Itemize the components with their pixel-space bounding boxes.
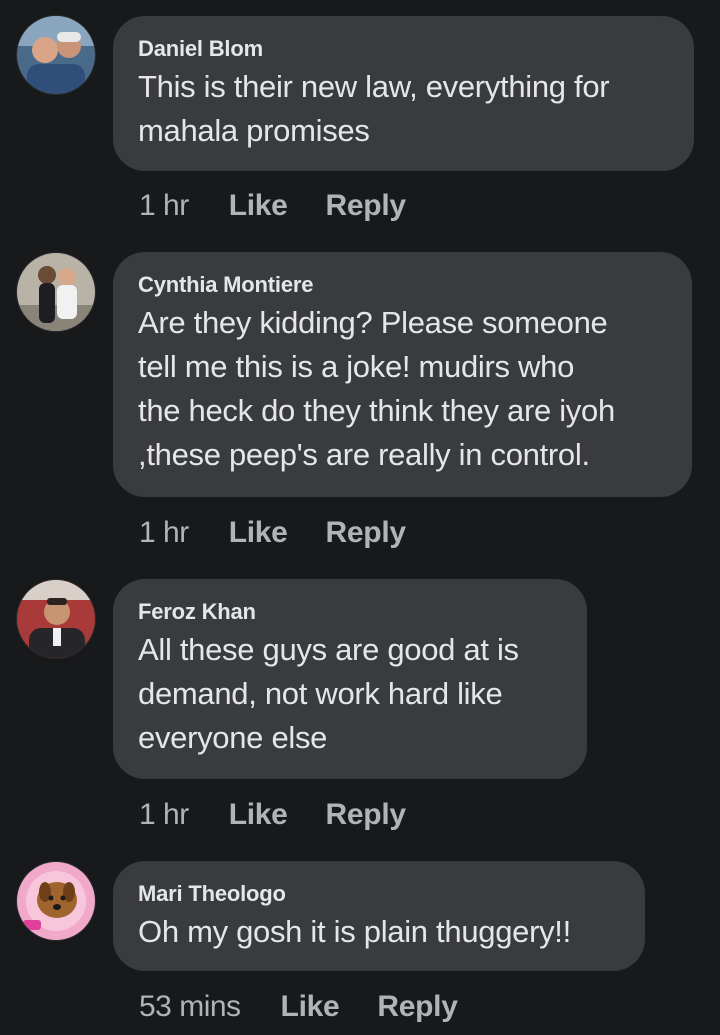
avatar-photo-icon — [17, 580, 95, 658]
comment-text: Oh my gosh it is plain thuggery!! — [138, 914, 571, 949]
reply-button[interactable]: Reply — [326, 189, 407, 223]
comment-timestamp[interactable]: 1 hr — [139, 516, 189, 550]
comment-actions: 1 hr Like Reply — [139, 186, 444, 226]
comment-bubble: Feroz Khan All these guys are good at is… — [113, 579, 587, 779]
avatar[interactable] — [17, 253, 95, 331]
avatar[interactable] — [17, 580, 95, 658]
comment-bubble: Daniel Blom This is their new law, every… — [113, 16, 694, 171]
avatar[interactable] — [17, 862, 95, 940]
comment-text: This is their new law, everything for ma… — [138, 69, 610, 148]
like-button[interactable]: Like — [229, 516, 288, 550]
comment-timestamp[interactable]: 53 mins — [139, 990, 241, 1024]
reply-button[interactable]: Reply — [326, 798, 407, 832]
avatar-photo-icon — [17, 862, 95, 940]
comment-timestamp[interactable]: 1 hr — [139, 798, 189, 832]
reply-button[interactable]: Reply — [326, 516, 407, 550]
comment-author[interactable]: Mari Theologo — [138, 880, 621, 908]
avatar-photo-icon — [17, 253, 95, 331]
comment-bubble: Mari Theologo Oh my gosh it is plain thu… — [113, 861, 645, 971]
comment-author[interactable]: Feroz Khan — [138, 598, 563, 626]
comment-timestamp[interactable]: 1 hr — [139, 189, 189, 223]
avatar-photo-icon — [17, 16, 95, 94]
comment-text: Are they kidding? Please someone tell me… — [138, 305, 615, 472]
comment-author[interactable]: Daniel Blom — [138, 35, 670, 63]
comment-bubble: Cynthia Montiere Are they kidding? Pleas… — [113, 252, 692, 497]
like-button[interactable]: Like — [229, 189, 288, 223]
avatar[interactable] — [17, 16, 95, 94]
comment-actions: 1 hr Like Reply — [139, 795, 444, 835]
reply-button[interactable]: Reply — [377, 990, 458, 1024]
comment-actions: 1 hr Like Reply — [139, 513, 444, 553]
comment-actions: 53 mins Like Reply — [139, 987, 496, 1027]
like-button[interactable]: Like — [281, 990, 340, 1024]
like-button[interactable]: Like — [229, 798, 288, 832]
comment-author[interactable]: Cynthia Montiere — [138, 271, 668, 299]
comment-text: All these guys are good at is demand, no… — [138, 632, 519, 755]
